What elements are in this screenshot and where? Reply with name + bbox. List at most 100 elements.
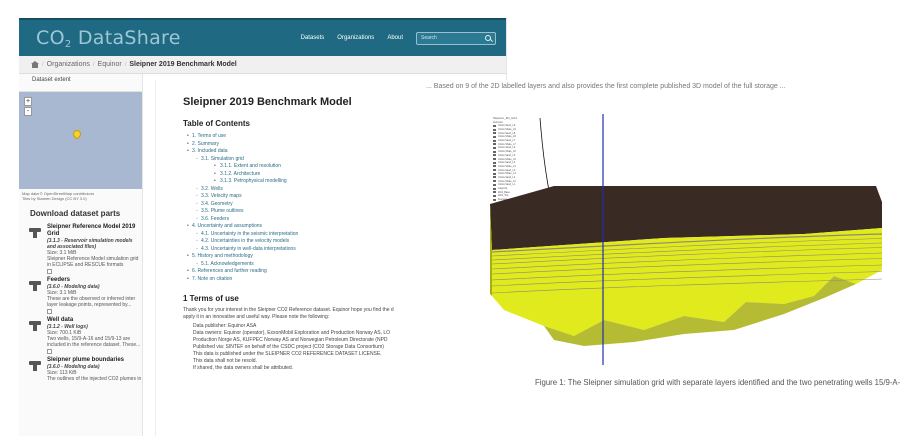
breadcrumb-separator: / xyxy=(42,61,44,68)
dataset-extent-title: Dataset extent xyxy=(19,74,142,92)
legend-swatch xyxy=(493,165,496,168)
breadcrumb: / Organizations / Equinor / Sleipner 201… xyxy=(31,61,237,68)
resource-title[interactable]: Well data xyxy=(47,317,142,324)
legend-label: Utsira Sand_L3 xyxy=(498,168,516,172)
resource-item[interactable]: Sleipner Reference Model 2019 Grid (3.1.… xyxy=(19,224,142,274)
breadcrumb-organizations[interactable]: Organizations xyxy=(47,61,90,68)
sidebar: Dataset extent + - Map data © OpenStreet… xyxy=(19,74,143,436)
download-icon[interactable] xyxy=(29,228,41,238)
legend-swatch xyxy=(493,172,496,175)
legend-swatch xyxy=(493,135,496,138)
download-parts-title: Download dataset parts xyxy=(30,209,121,218)
legend-label: Utsira Shale_L3 xyxy=(498,172,516,176)
legend-swatch xyxy=(493,143,496,146)
resource-item[interactable]: Feeders (3.6.0 - Modeling data) Size: 3.… xyxy=(19,277,142,314)
resource-checkbox[interactable] xyxy=(47,269,52,274)
breadcrumb-separator: / xyxy=(124,61,127,68)
legend-label: Utsira Sand_L6 xyxy=(498,146,516,150)
clipped-text: ... Based on 9 of the 2D labelled layers… xyxy=(426,83,786,90)
resource-title[interactable]: Sleipner plume boundaries xyxy=(47,357,142,364)
legend-swatch xyxy=(493,180,496,183)
screenshot-composite: CO2 DataShare Datasets Organizations Abo… xyxy=(0,0,900,436)
legend-label: Caprock xyxy=(498,187,508,191)
download-icon[interactable] xyxy=(29,361,41,371)
legend-swatch xyxy=(493,146,496,149)
legend-swatch xyxy=(493,191,496,194)
legend-label: Utsira Sand_L8 xyxy=(498,131,516,135)
home-icon[interactable] xyxy=(31,61,39,68)
legend-row: Feeders xyxy=(493,198,535,202)
legend-swatch xyxy=(493,139,496,142)
masthead: CO2 DataShare Datasets Organizations Abo… xyxy=(19,18,506,56)
map-marker-icon xyxy=(71,128,83,140)
grid-body xyxy=(490,186,882,346)
legend-swatch xyxy=(493,154,496,157)
legend-swatch xyxy=(493,198,496,201)
breadcrumb-current[interactable]: Sleipner 2019 Benchmark Model xyxy=(129,61,236,68)
zoom-out-button[interactable]: - xyxy=(24,107,32,116)
resource-description: These are the observed or inferred inter… xyxy=(47,296,136,308)
resource-checkbox[interactable] xyxy=(47,349,52,354)
breadcrumb-bar: / Organizations / Equinor / Sleipner 201… xyxy=(19,56,506,74)
download-icon[interactable] xyxy=(29,321,41,331)
main-nav: Datasets Organizations About Search xyxy=(301,31,496,45)
attribution-line: Tiles by Stamen Design (CC BY 3.0) xyxy=(22,196,87,201)
figure-legend: Sleipner_3D_Grid Actnum Utsira Sand_L9 Ut… xyxy=(493,116,535,201)
search-icon[interactable] xyxy=(485,35,491,41)
legend-swatch xyxy=(493,128,496,131)
legend-label: Utsira Shale_L5 xyxy=(498,157,516,161)
sleipner-grid-figure xyxy=(490,114,882,365)
resource-description: The outlines of the injected CO2 plumes … xyxy=(47,376,142,382)
legend-label: Utsira Shale_L6 xyxy=(498,150,516,154)
logo-text: CO xyxy=(36,26,65,49)
resource-description: Two wells, 15/9-A-16 and 15/9-13 are inc… xyxy=(47,336,141,348)
legend-swatch xyxy=(493,150,496,153)
legend-label: Utsira Sand_L4 xyxy=(498,161,516,165)
zoom-in-button[interactable]: + xyxy=(24,97,32,106)
legend-rows: Utsira Sand_L9 Utsira Shale_L9 Utsira Sand… xyxy=(493,124,535,201)
breadcrumb-equinor[interactable]: Equinor xyxy=(98,61,122,68)
resource-item[interactable]: Sleipner plume boundaries (3.6.0 - Model… xyxy=(19,357,142,382)
legend-swatch xyxy=(493,132,496,135)
site-logo[interactable]: CO2 DataShare xyxy=(36,27,181,50)
legend-label: Utsira Shale_L4 xyxy=(498,164,516,168)
resource-description: Sleipner Reference Model simulation grid… xyxy=(47,256,139,268)
legend-label: Utsira Shale_L7 xyxy=(498,142,516,146)
logo-text-suffix: DataShare xyxy=(71,26,181,49)
legend-label: Feeders xyxy=(498,198,508,202)
download-icon[interactable] xyxy=(29,281,41,291)
figure-caption: Figure 1: The Sleipner simulation grid w… xyxy=(535,378,900,387)
legend-label: Utsira Sand_L5 xyxy=(498,153,516,157)
clipped-text-line: ... Based on 9 of the 2D labelled layers… xyxy=(422,80,900,90)
legend-swatch xyxy=(493,187,496,190)
legend-label: Utsira Shale_L9 xyxy=(498,128,516,132)
legend-label: Utsira Sand_L1 xyxy=(498,183,516,187)
logo-subscript: 2 xyxy=(64,38,72,50)
resource-checkbox[interactable] xyxy=(47,309,52,314)
legend-label: Well_Base xyxy=(498,190,510,194)
legend-label: Well_Top xyxy=(498,194,509,198)
resource-format: (3.1.3 - Reservoir simulation models and… xyxy=(47,238,133,250)
legend-swatch xyxy=(493,161,496,164)
map-attribution: Map data © OpenStreetMap contributors Ti… xyxy=(19,189,142,205)
legend-swatch xyxy=(493,169,496,172)
search-placeholder: Search xyxy=(421,35,437,41)
resource-title[interactable]: Feeders xyxy=(47,277,142,284)
resource-title[interactable]: Sleipner Reference Model 2019 Grid xyxy=(47,224,142,238)
legend-label: Utsira Sand_L7 xyxy=(498,139,516,143)
nav-about[interactable]: About xyxy=(387,35,403,41)
breadcrumb-separator: / xyxy=(92,61,95,68)
legend-swatch xyxy=(493,158,496,161)
nav-organizations[interactable]: Organizations xyxy=(337,35,374,41)
legend-swatch xyxy=(493,194,496,197)
legend-label: Utsira Sand_L2 xyxy=(498,175,516,179)
legend-swatch xyxy=(493,183,496,186)
legend-swatch xyxy=(493,176,496,179)
nav-datasets[interactable]: Datasets xyxy=(301,35,325,41)
legend-swatch xyxy=(493,124,496,127)
legend-label: Utsira Shale_L8 xyxy=(498,135,516,139)
extent-map[interactable]: + - xyxy=(19,92,142,189)
resource-item[interactable]: Well data (3.1.2 - Well logs) Size: 700.… xyxy=(19,317,142,354)
search-input[interactable]: Search xyxy=(416,31,496,45)
legend-label: Utsira Shale_L2 xyxy=(498,179,516,183)
